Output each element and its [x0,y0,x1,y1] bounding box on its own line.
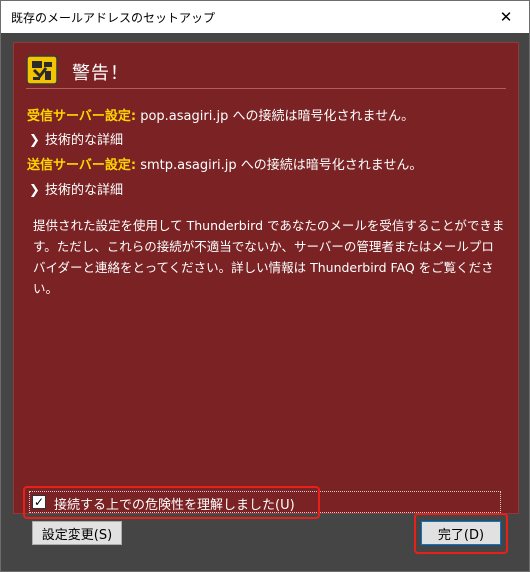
window-title: 既存のメールアドレスのセットアップ [11,11,216,25]
incoming-details-label: 技術的な詳細 [45,133,124,148]
chevron-right-icon: ❯ [29,133,40,148]
incoming-technical-details-toggle[interactable]: ❯ 技術的な詳細 [29,129,123,148]
title-bar[interactable]: 既存のメールアドレスのセットアップ ✕ [1,1,529,33]
outgoing-server-label: 送信サーバー設定: [27,158,137,173]
incoming-server-label: 受信サーバー設定: [27,109,137,124]
chevron-right-icon: ❯ [29,183,40,198]
outgoing-server-line: 送信サーバー設定: smtp.asagiri.jp への接続は暗号化されません。 [27,154,422,173]
outgoing-details-label: 技術的な詳細 [45,183,124,198]
done-button[interactable]: 完了(D) [421,521,501,545]
incoming-server-text: pop.asagiri.jp への接続は暗号化されません。 [140,109,415,124]
warning-description: 提供された設定を使用して Thunderbird であなたのメールを受信すること… [33,218,505,296]
warning-panel: 警告！ 受信サーバー設定: pop.asagiri.jp への接続は暗号化されま… [13,42,519,514]
warning-title: 警告！ [72,63,129,84]
warning-header: 警告！ [26,55,506,89]
incoming-server-line: 受信サーバー設定: pop.asagiri.jp への接続は暗号化されません。 [27,105,414,124]
outgoing-server-text: smtp.asagiri.jp への接続は暗号化されません。 [140,158,423,173]
change-settings-button[interactable]: 設定変更(S) [32,521,122,545]
dialog-window: 既存のメールアドレスのセットアップ ✕ 警告！ 受信サーバー設定: pop.as… [0,0,530,572]
outgoing-technical-details-toggle[interactable]: ❯ 技術的な詳細 [29,179,123,198]
understand-risk-checkbox[interactable]: ✓ [32,495,46,509]
understand-risk-checkbox-row[interactable]: ✓ 接続する上での危険性を理解しました(U) [29,491,501,513]
close-button[interactable]: ✕ [483,1,529,33]
warning-sign-icon [26,55,58,85]
understand-risk-label[interactable]: 接続する上での危険性を理解しました(U) [54,494,295,513]
